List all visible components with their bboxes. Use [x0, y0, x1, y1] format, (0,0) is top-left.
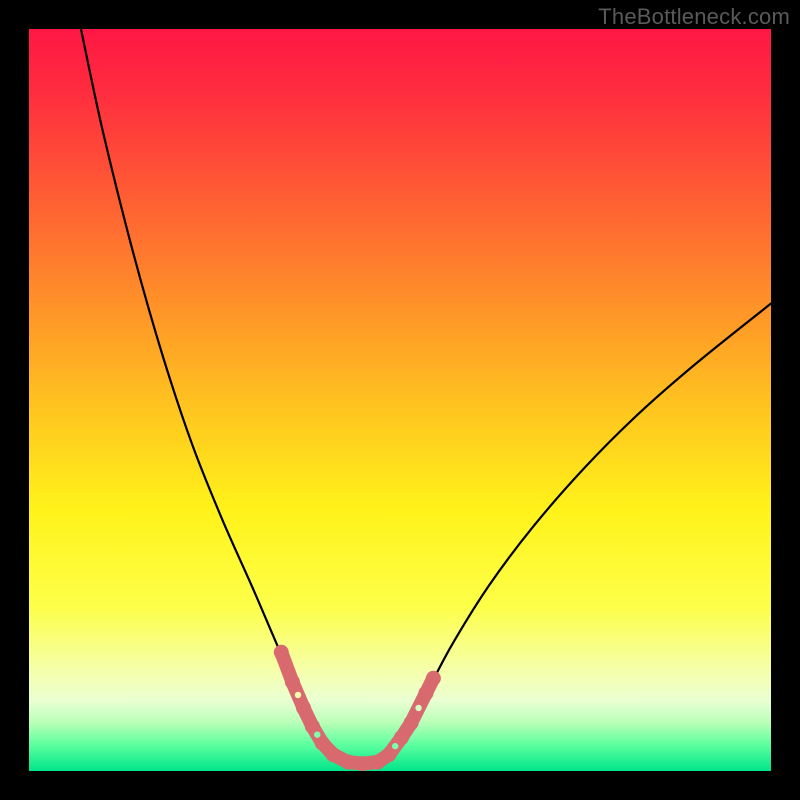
plot-area [29, 29, 771, 771]
watermark-text: TheBottleneck.com [598, 4, 790, 30]
gradient-background [29, 29, 771, 771]
chart-container: TheBottleneck.com [0, 0, 800, 800]
chart-svg [29, 29, 771, 771]
